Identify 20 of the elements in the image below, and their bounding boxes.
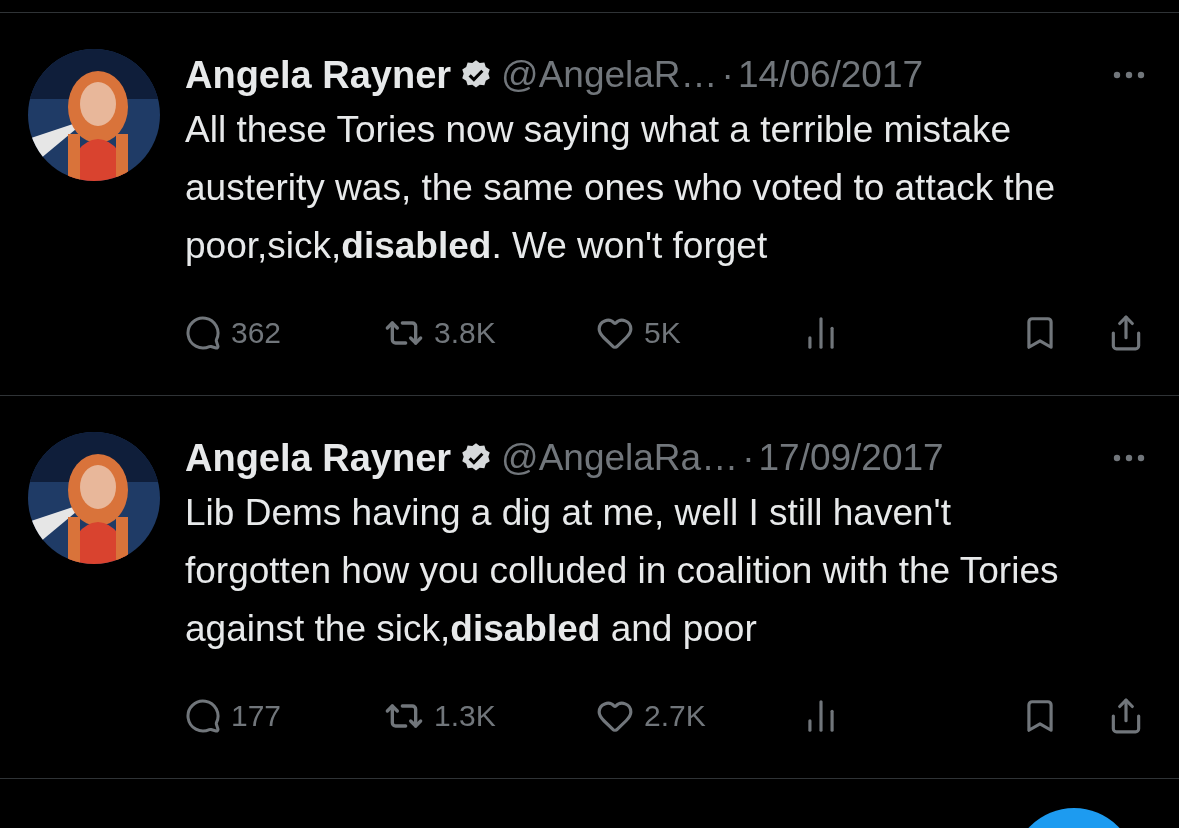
tweet-text: Lib Dems having a dig at me, well I still haven't forgotten how you colluded in coalition with the Tories against the sick,disabled and poor bbox=[185, 491, 1060, 651]
dot-separator: · bbox=[742, 437, 755, 479]
repost-button[interactable]: 1.3K bbox=[384, 696, 596, 736]
tweet-date[interactable]: 14/06/2017 bbox=[737, 54, 924, 96]
author-handle[interactable]: @AngelaR… bbox=[501, 54, 718, 96]
like-button[interactable]: 5K bbox=[596, 314, 802, 352]
reply-button[interactable]: 177 bbox=[185, 698, 384, 734]
speech-bubble-icon bbox=[185, 315, 221, 351]
dot-separator: · bbox=[721, 54, 734, 96]
speech-bubble-icon bbox=[185, 698, 221, 734]
author-name[interactable]: Angela Rayner bbox=[185, 53, 452, 97]
tweet-text: All these Tories now saying what a terrible mistake austerity was, the same ones who voted to attack the poor,sick,disabled. We won't forget bbox=[185, 108, 1056, 268]
more-icon[interactable] bbox=[1113, 71, 1145, 79]
author-name[interactable]: Angela Rayner bbox=[185, 436, 452, 480]
reply-button[interactable]: 362 bbox=[185, 315, 384, 351]
repost-button[interactable]: 3.8K bbox=[384, 313, 596, 353]
tweet-date[interactable]: 17/09/2017 bbox=[758, 437, 944, 479]
more-icon[interactable] bbox=[1113, 454, 1145, 462]
like-button[interactable]: 2.7K bbox=[596, 697, 802, 735]
author-handle[interactable]: @AngelaRa… bbox=[501, 437, 739, 479]
